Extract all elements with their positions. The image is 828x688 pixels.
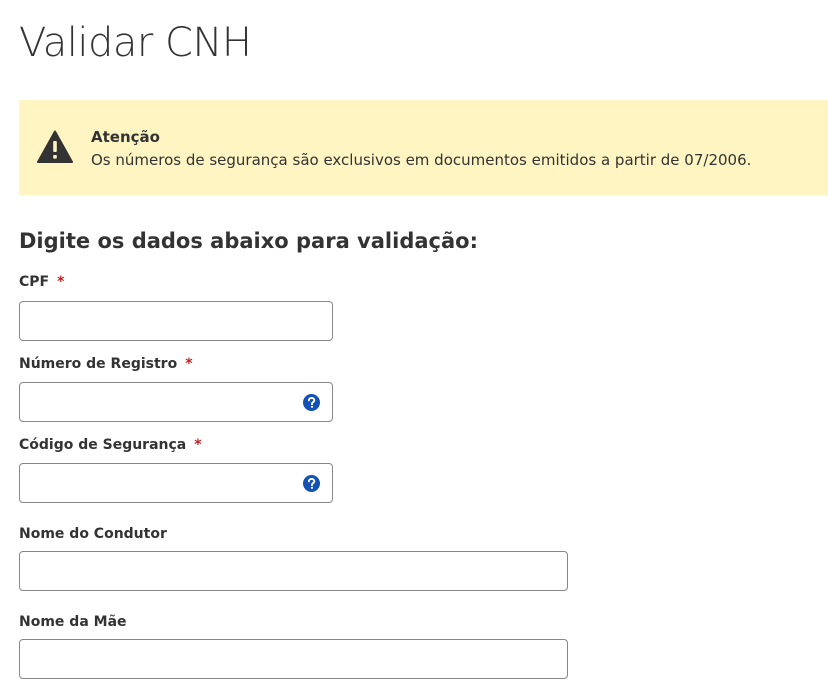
condutor-field[interactable] <box>19 551 568 591</box>
mae-label: Nome da Mãe <box>19 613 127 631</box>
mae-input[interactable] <box>20 640 567 678</box>
mae-label-text: Nome da Mãe <box>19 614 127 630</box>
mae-field[interactable] <box>19 639 568 679</box>
codigo-label-text: Código de Segurança <box>19 437 187 453</box>
registro-label-text: Número de Registro <box>19 356 178 372</box>
required-marker: * <box>185 356 193 372</box>
warning-icon <box>37 130 73 164</box>
codigo-field[interactable] <box>19 463 333 503</box>
required-marker: * <box>57 274 65 290</box>
codigo-label: Código de Segurança * <box>19 436 202 454</box>
registro-label: Número de Registro * <box>19 355 193 373</box>
attention-alert: Atenção Os números de segurança são excl… <box>19 100 828 195</box>
cpf-label: CPF * <box>19 273 64 291</box>
question-circle-icon[interactable] <box>303 394 320 411</box>
alert-title: Atenção <box>91 128 160 146</box>
registro-input[interactable] <box>20 383 332 421</box>
form-subtitle: Digite os dados abaixo para validação: <box>19 229 478 253</box>
codigo-input[interactable] <box>20 464 332 502</box>
cpf-label-text: CPF <box>19 274 50 290</box>
condutor-label-text: Nome do Condutor <box>19 526 167 542</box>
page-title: Validar CNH <box>19 20 252 66</box>
question-circle-icon[interactable] <box>303 475 320 492</box>
registro-field[interactable] <box>19 382 333 422</box>
cpf-input[interactable] <box>20 302 332 340</box>
alert-message: Os números de segurança são exclusivos e… <box>91 151 752 169</box>
validar-cnh-page: Validar CNH Atenção Os números de segura… <box>0 0 828 688</box>
condutor-input[interactable] <box>20 552 567 590</box>
condutor-label: Nome do Condutor <box>19 525 167 543</box>
required-marker: * <box>194 437 202 453</box>
cpf-field[interactable] <box>19 301 333 341</box>
